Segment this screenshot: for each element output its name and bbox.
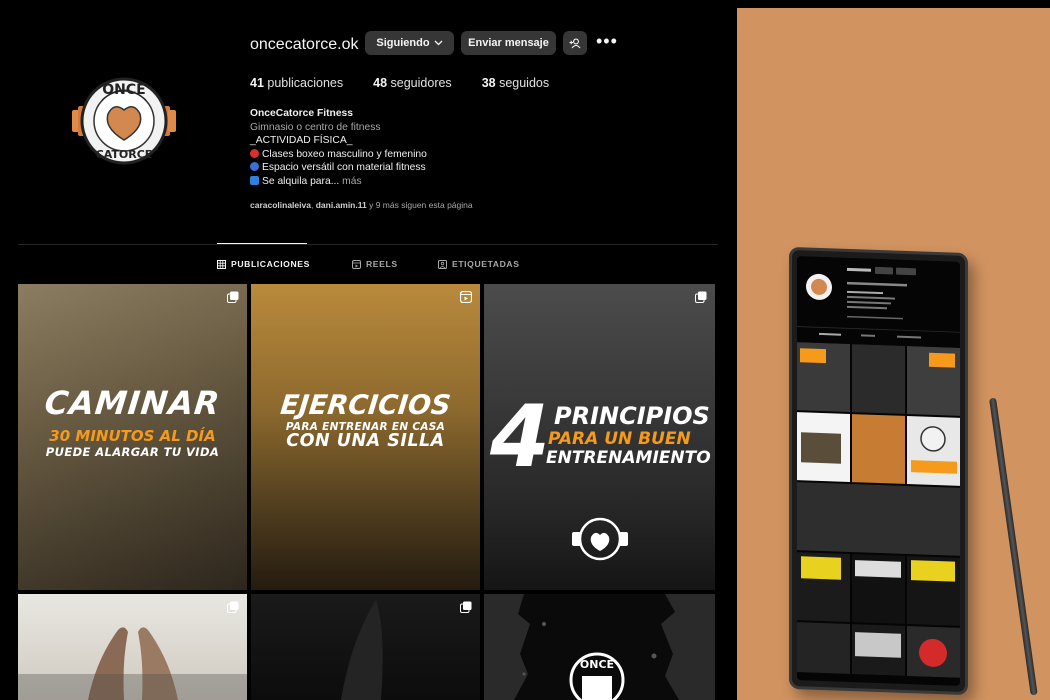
post-ejercicios[interactable]: EJERCICIOS PARA ENTRENAR EN CASA CON UNA… bbox=[251, 284, 480, 590]
profile-tabs: PUBLICACIONES REELS ETIQUETADAS bbox=[217, 259, 520, 269]
bio-name: OnceCatorce Fitness bbox=[250, 108, 354, 119]
promo-panel bbox=[737, 8, 1050, 700]
dark-figure-image bbox=[341, 600, 383, 700]
bio-category[interactable]: Gimnasio o centro de fitness bbox=[250, 121, 427, 135]
promo-top-bar bbox=[737, 0, 1050, 8]
username: oncecatorce.ok bbox=[250, 36, 359, 53]
logo-text-top: ONCE bbox=[102, 82, 145, 98]
bio-line-2: Clases boxeo masculino y femenino bbox=[250, 148, 427, 162]
grid-icon bbox=[217, 259, 226, 269]
info-icon bbox=[250, 175, 259, 185]
hands-image bbox=[18, 627, 247, 700]
bio-line-1: _ACTIVIDAD FÍSICA_ bbox=[250, 135, 353, 147]
add-person-icon bbox=[569, 38, 581, 48]
phone-screen bbox=[797, 256, 960, 686]
post-principios[interactable]: 4 PRINCIPIOS PARA UN BUEN ENTRENAMIENTO bbox=[484, 284, 715, 590]
posts-stat: 41 publicaciones bbox=[250, 76, 344, 90]
more-options-icon[interactable]: ••• bbox=[596, 32, 618, 50]
tab-publicaciones[interactable]: PUBLICACIONES bbox=[217, 259, 352, 269]
gym-logo-mark: ONCE bbox=[569, 652, 625, 700]
post-subtitle-2: CON UNA SILLA bbox=[286, 431, 445, 451]
bio-more-link[interactable]: más bbox=[342, 176, 361, 187]
post-caminar[interactable]: CAMINAR 30 MINUTOS AL DÍA PUEDE ALARGAR … bbox=[18, 284, 247, 590]
post-title: CAMINAR bbox=[42, 384, 223, 422]
active-tab-indicator bbox=[217, 243, 307, 244]
post-subtitle-2: PUEDE ALARGAR TU VIDA bbox=[45, 445, 220, 459]
tab-reels[interactable]: REELS bbox=[352, 259, 438, 269]
post-subtitle-2: ENTRENAMIENTO bbox=[546, 448, 711, 468]
instagram-profile: ONCE CATORCE oncecatorce.ok Siguiendo En… bbox=[0, 0, 737, 700]
tab-etiquetadas[interactable]: ETIQUETADAS bbox=[438, 259, 520, 269]
profile-bio: OnceCatorce Fitness Gimnasio o centro de… bbox=[250, 107, 427, 189]
gym-logo-mark bbox=[572, 517, 628, 561]
carousel-icon bbox=[227, 291, 239, 303]
reel-icon bbox=[460, 291, 472, 303]
following-button[interactable]: Siguiendo bbox=[365, 31, 454, 55]
chevron-down-icon bbox=[434, 40, 443, 46]
following-stat[interactable]: 38 seguidos bbox=[482, 76, 549, 90]
svg-text:ONCE: ONCE bbox=[580, 658, 614, 671]
followers-stat[interactable]: 48 seguidores bbox=[373, 76, 452, 90]
send-message-label: Enviar mensaje bbox=[468, 37, 549, 49]
post-subtitle: 30 MINUTOS AL DÍA bbox=[49, 427, 216, 445]
post-4[interactable] bbox=[18, 594, 247, 700]
phone-posts-grid bbox=[797, 342, 960, 678]
bio-line-3: Espacio versátil con material fitness bbox=[250, 161, 427, 175]
logo-text-bottom: CATORCE bbox=[96, 148, 153, 161]
followed-by[interactable]: caracolinaleiva, dani.amin.11 y 9 más si… bbox=[250, 200, 473, 210]
reels-icon bbox=[352, 259, 361, 269]
post-6[interactable]: ONCE bbox=[484, 594, 715, 700]
post-5[interactable] bbox=[251, 594, 480, 700]
boxing-glove-icon bbox=[250, 148, 259, 158]
bio-line-4: Se alquila para... más bbox=[250, 175, 427, 189]
post-title: EJERCICIOS bbox=[278, 390, 453, 421]
stylus-pen bbox=[989, 397, 1038, 696]
cyclone-icon bbox=[250, 162, 259, 172]
send-message-button[interactable]: Enviar mensaje bbox=[461, 31, 556, 55]
tagged-icon bbox=[438, 259, 447, 269]
phone-mockup bbox=[789, 246, 968, 696]
post-subtitle: PARA UN BUEN bbox=[548, 429, 691, 449]
post-title: PRINCIPIOS bbox=[554, 402, 710, 430]
post-number: 4 bbox=[490, 387, 550, 487]
tabs-divider bbox=[18, 244, 718, 245]
following-button-label: Siguiendo bbox=[376, 37, 430, 49]
suggest-users-button[interactable] bbox=[563, 31, 587, 55]
carousel-icon bbox=[695, 291, 707, 303]
profile-stats: 41 publicaciones 48 seguidores 38 seguid… bbox=[250, 76, 579, 90]
phone-profile-header bbox=[797, 256, 960, 354]
profile-avatar[interactable]: ONCE CATORCE bbox=[70, 72, 178, 170]
